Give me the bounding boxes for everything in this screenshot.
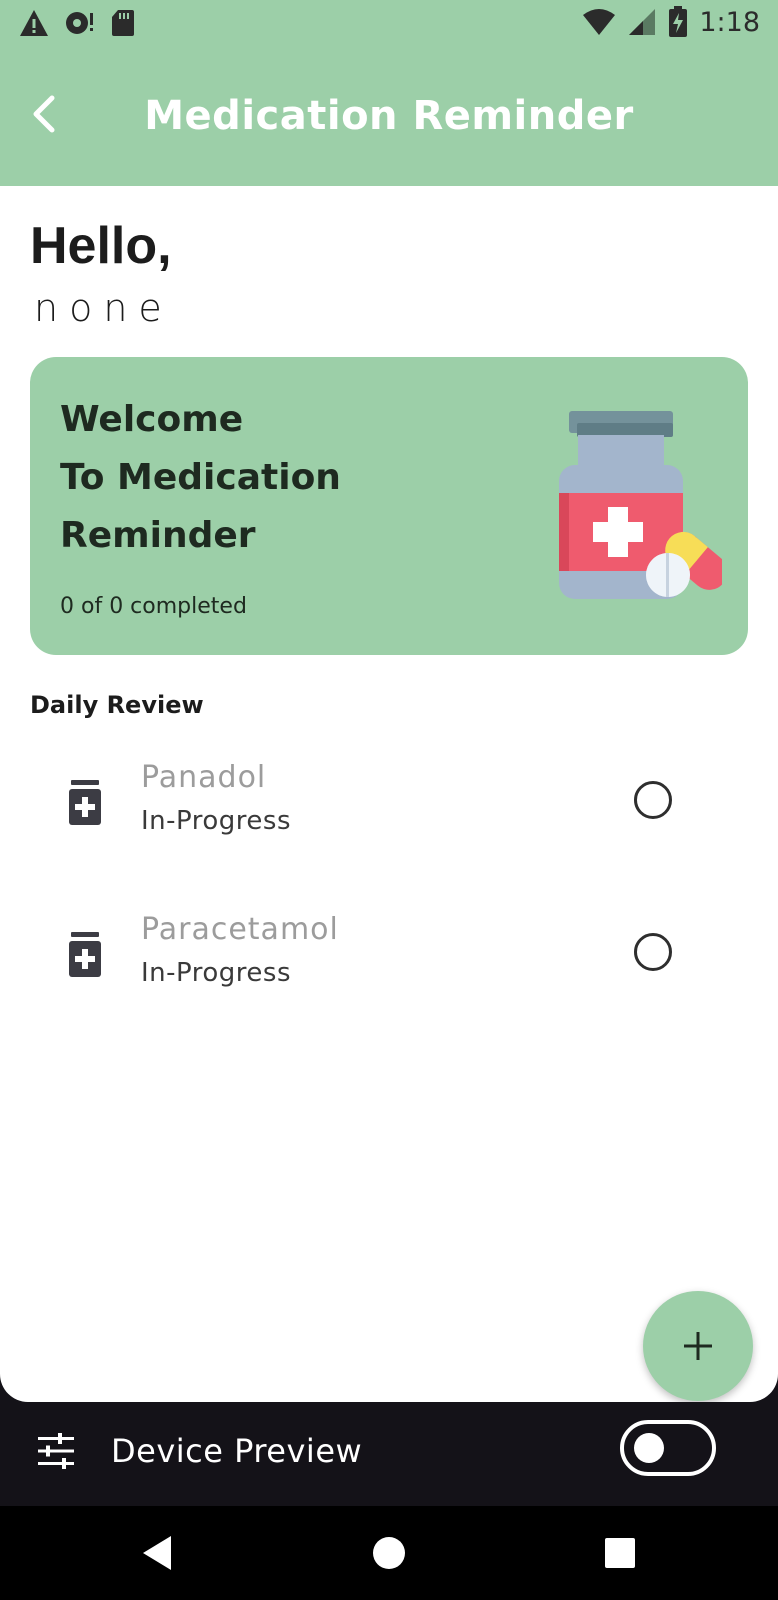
- status-time: 1:18: [699, 6, 760, 38]
- device-preview-toggle[interactable]: [620, 1420, 716, 1476]
- greeting-hello: Hello,: [30, 217, 172, 275]
- list-item-paracetamol[interactable]: Paracetamol In-Progress: [30, 906, 748, 1016]
- status-bar: 1:18: [0, 0, 778, 48]
- tune-icon[interactable]: [36, 1431, 76, 1471]
- medication-icon: [69, 932, 101, 977]
- complete-radio-button[interactable]: [634, 781, 672, 819]
- medication-name: Paracetamol: [141, 912, 339, 947]
- status-left-icons: [18, 8, 136, 38]
- medicine-bottle-illustration: [559, 411, 722, 599]
- complete-radio-button[interactable]: [634, 933, 672, 971]
- app-bar: Medication Reminder: [0, 48, 778, 186]
- home-nav-icon[interactable]: [366, 1530, 412, 1576]
- device-preview-label: Device Preview: [111, 1432, 363, 1470]
- sync-icon: [66, 12, 93, 34]
- recents-nav-icon[interactable]: [597, 1530, 643, 1576]
- back-nav-icon[interactable]: [135, 1530, 181, 1576]
- welcome-card: Welcome To Medication Reminder 0 of 0 co…: [30, 357, 748, 655]
- sd-card-icon: [112, 10, 134, 36]
- signal-icon: [629, 9, 656, 35]
- toggle-knob: [634, 1433, 664, 1463]
- battery-icon: [669, 6, 688, 37]
- add-medication-button[interactable]: [643, 1291, 753, 1401]
- list-item-panadol[interactable]: Panadol In-Progress: [30, 754, 748, 864]
- medication-status: In-Progress: [141, 958, 291, 988]
- medication-icon: [69, 780, 101, 825]
- warning-icon: [20, 10, 48, 36]
- greeting-username: none: [34, 286, 173, 330]
- wifi-icon: [583, 9, 616, 35]
- plus-icon: [684, 1332, 712, 1360]
- medication-status: In-Progress: [141, 806, 291, 836]
- device-preview-bar: Device Preview: [0, 1402, 778, 1506]
- progress-text: 0 of 0 completed: [60, 594, 247, 619]
- welcome-title: Welcome To Medication Reminder: [60, 399, 341, 556]
- status-right-icons: 1:18: [581, 6, 760, 38]
- medication-name: Panadol: [141, 760, 267, 795]
- page-title: Medication Reminder: [144, 93, 634, 139]
- system-nav-bar: [0, 1506, 778, 1600]
- main-content: Hello, none Welcome To Medication Remind…: [0, 186, 778, 1402]
- daily-review-title: Daily Review: [30, 691, 204, 719]
